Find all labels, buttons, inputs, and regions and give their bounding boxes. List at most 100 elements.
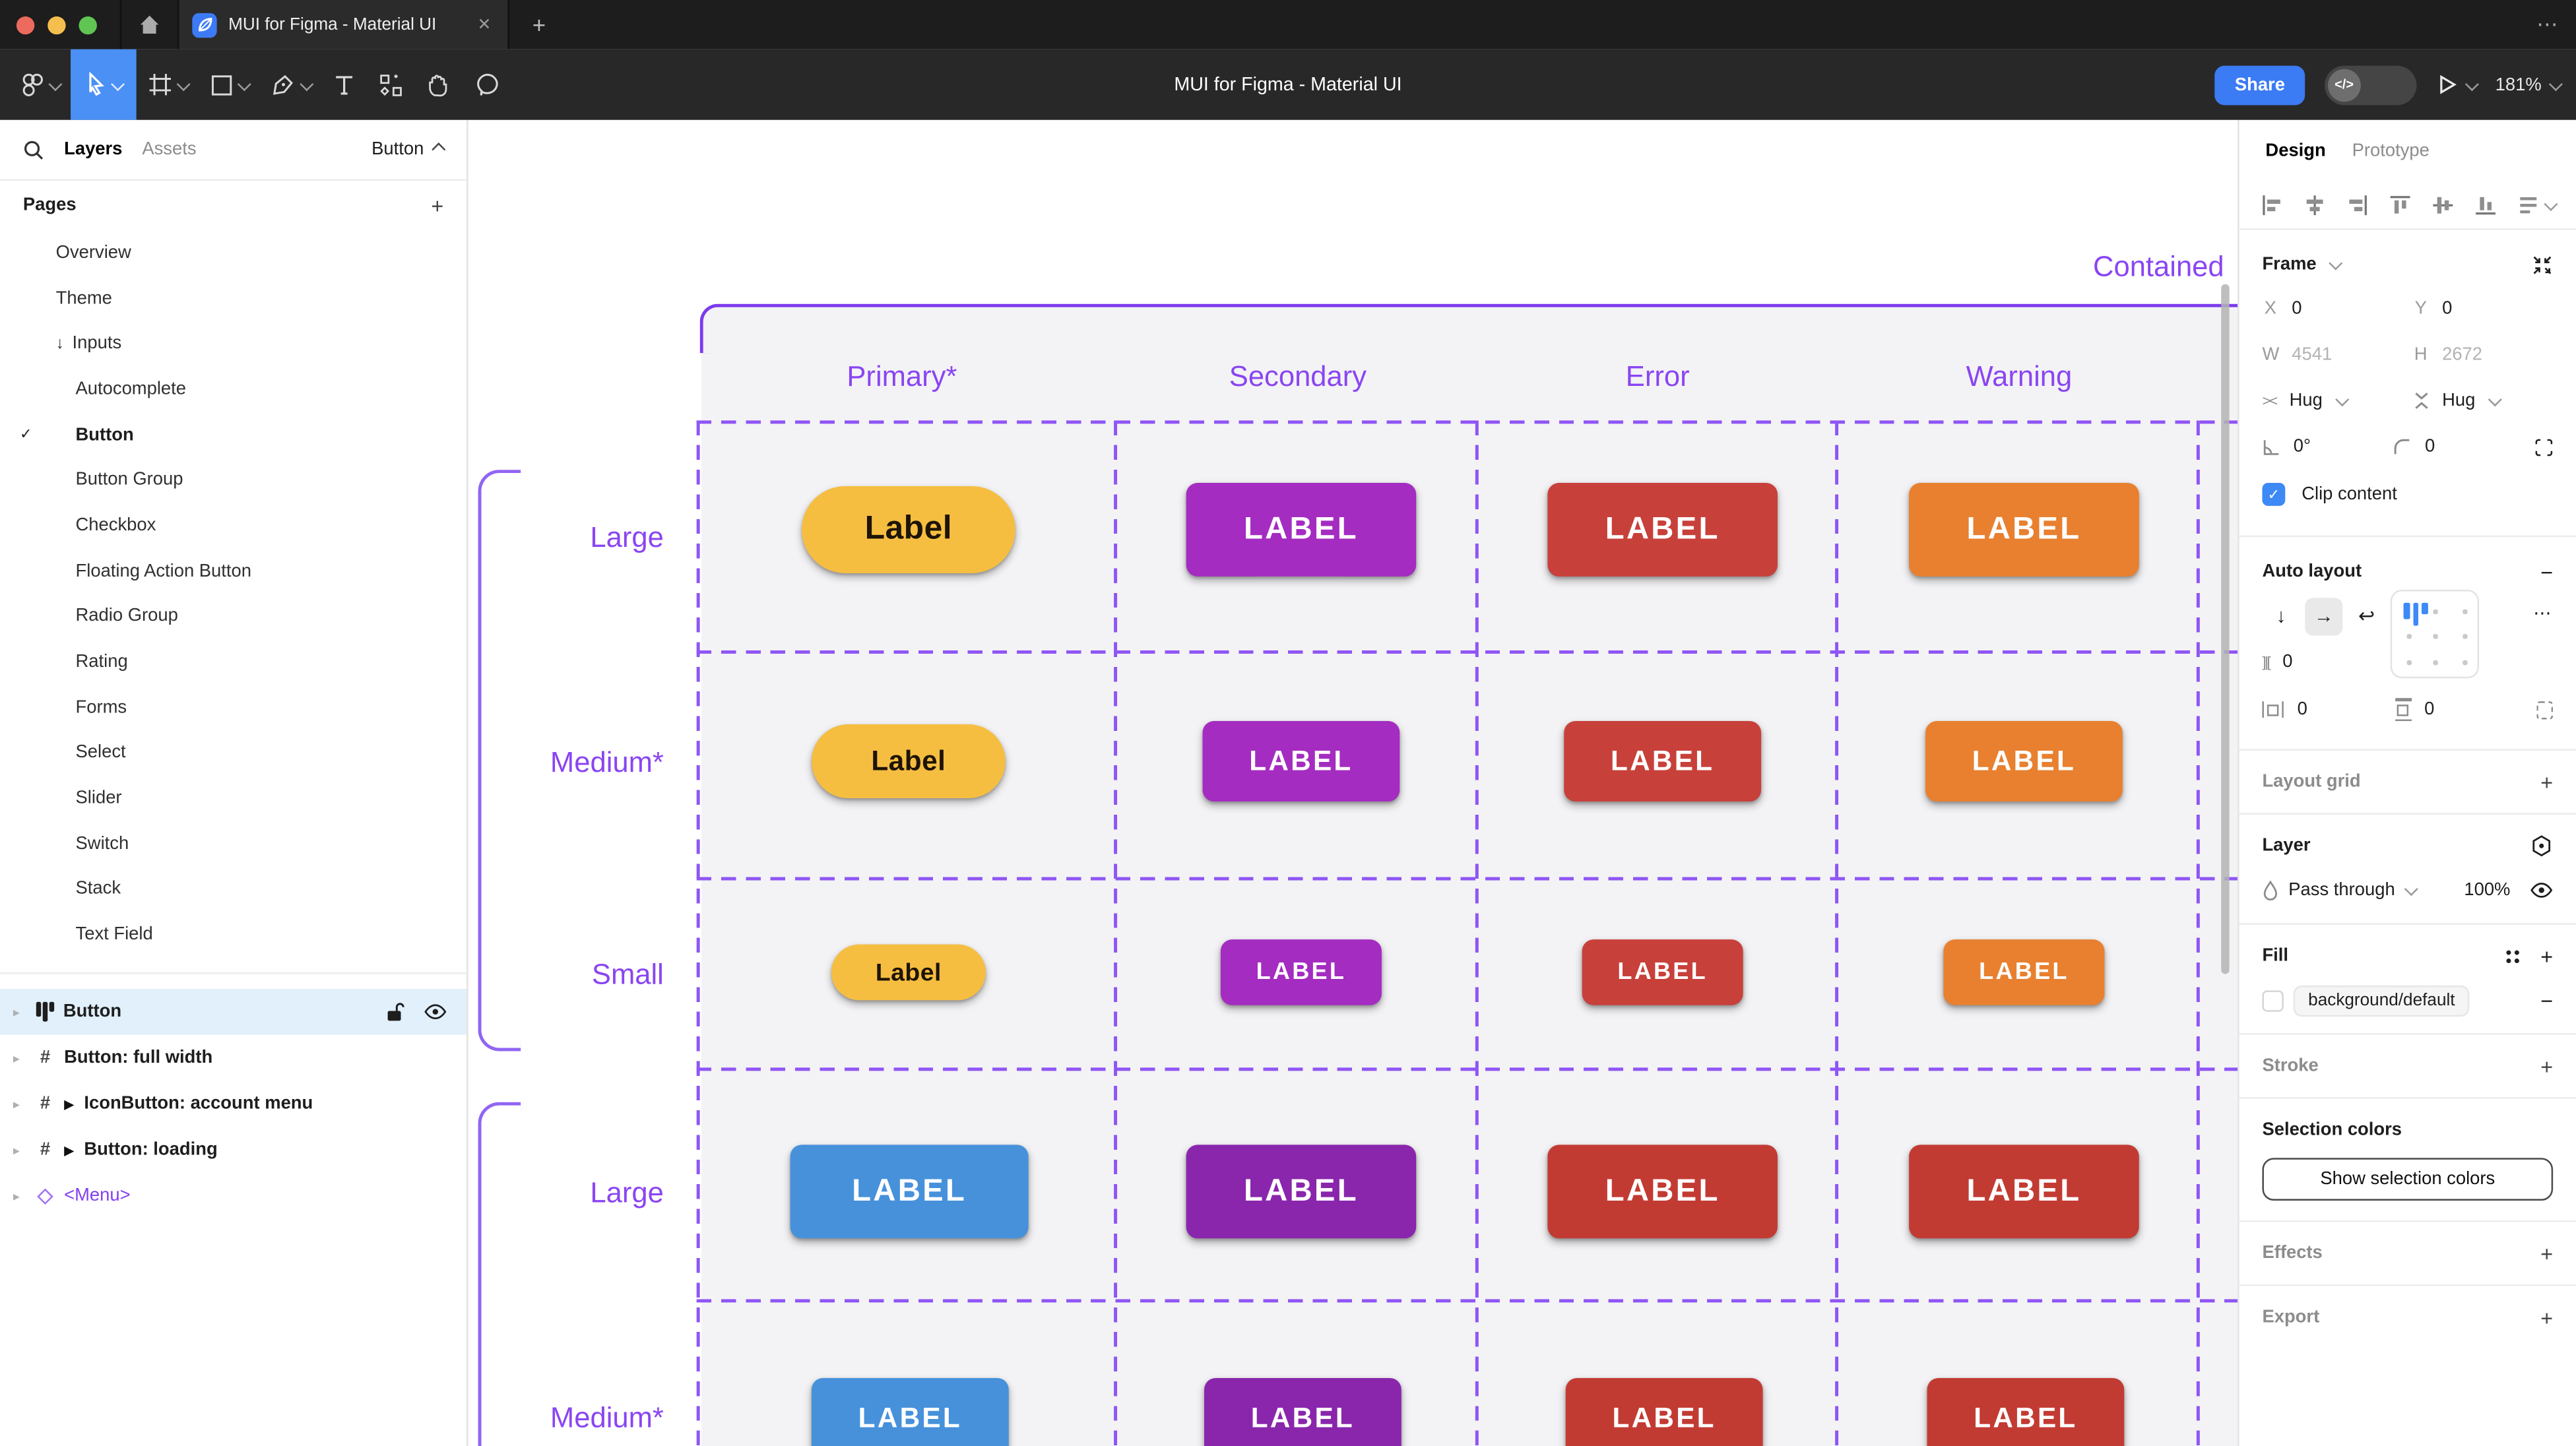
- page-item-text-field[interactable]: Text Field: [0, 912, 467, 958]
- page-item-button-group[interactable]: Button Group: [0, 457, 467, 503]
- page-item-button[interactable]: ✓Button: [0, 412, 467, 457]
- expand-chevron-icon[interactable]: ▸: [13, 1143, 26, 1157]
- canvas-scrollbar[interactable]: [2221, 284, 2229, 974]
- canvas-button[interactable]: LABEL: [1927, 1378, 2125, 1446]
- distribute-menu[interactable]: [2517, 193, 2554, 216]
- align-bottom-icon[interactable]: [2474, 193, 2497, 216]
- layout-wrap-button[interactable]: ↩: [2348, 597, 2385, 635]
- search-icon[interactable]: [23, 139, 44, 160]
- column-header[interactable]: Error: [1518, 360, 1797, 394]
- frame-y-input[interactable]: 0: [2442, 299, 2452, 319]
- frame-x-input[interactable]: 0: [2292, 299, 2302, 319]
- close-tab-icon[interactable]: ✕: [474, 16, 495, 34]
- collapse-panel-icon[interactable]: [2532, 254, 2553, 275]
- page-item-radio-group[interactable]: Radio Group: [0, 594, 467, 639]
- remove-fill-button[interactable]: −: [2540, 988, 2553, 1013]
- canvas-button[interactable]: LABEL: [1582, 939, 1743, 1005]
- page-item-slider[interactable]: Slider: [0, 776, 467, 821]
- page-item-theme[interactable]: Theme: [0, 276, 467, 321]
- column-header[interactable]: Warning: [1879, 360, 2158, 394]
- canvas-button[interactable]: Label: [831, 945, 986, 1001]
- show-selection-colors-button[interactable]: Show selection colors: [2262, 1158, 2553, 1201]
- page-item-switch[interactable]: Switch: [0, 821, 467, 867]
- add-stroke-button[interactable]: +: [2540, 1053, 2553, 1078]
- new-tab-button[interactable]: +: [532, 11, 546, 38]
- corner-radius-control[interactable]: 0: [2394, 437, 2515, 456]
- frame-name-label[interactable]: Contained: [2093, 249, 2224, 284]
- page-item-inputs[interactable]: ↓Inputs: [0, 321, 467, 366]
- canvas-button[interactable]: LABEL: [1547, 483, 1778, 577]
- align-v-center-icon[interactable]: [2431, 193, 2455, 216]
- text-tool[interactable]: [322, 49, 366, 120]
- pen-tool[interactable]: [259, 49, 322, 120]
- canvas-button[interactable]: LABEL: [812, 1378, 1009, 1446]
- gap-control[interactable]: ]|[ 0: [2262, 652, 2406, 672]
- opacity-input[interactable]: 100%: [2464, 881, 2510, 900]
- page-item-autocomplete[interactable]: Autocomplete: [0, 366, 467, 412]
- column-header[interactable]: Primary*: [762, 360, 1041, 394]
- shape-tool[interactable]: [199, 49, 259, 120]
- add-export-button[interactable]: +: [2540, 1305, 2553, 1329]
- align-right-icon[interactable]: [2346, 193, 2369, 216]
- blend-mode-select[interactable]: Pass through: [2288, 881, 2395, 900]
- layer-row-menu-instance[interactable]: ▸ <Menu>: [0, 1173, 467, 1219]
- canvas-button[interactable]: LABEL: [1221, 939, 1382, 1005]
- minimize-window-button[interactable]: [48, 16, 65, 34]
- canvas-button[interactable]: LABEL: [1203, 721, 1400, 802]
- layer-row-iconbutton-account-menu[interactable]: ▸ # ▶ IconButton: account menu: [0, 1081, 467, 1127]
- canvas-button[interactable]: LABEL: [1566, 1378, 1763, 1446]
- fill-token-chip[interactable]: background/default: [2294, 985, 2470, 1016]
- home-button[interactable]: [121, 0, 177, 49]
- alignment-widget[interactable]: [2391, 590, 2479, 678]
- layer-row-button-loading[interactable]: ▸ # ▶ Button: loading: [0, 1127, 467, 1173]
- window-overflow-menu[interactable]: ⋯: [2536, 0, 2560, 49]
- eye-icon[interactable]: [424, 1003, 447, 1020]
- blend-mode-icon[interactable]: [2530, 834, 2553, 858]
- canvas-button[interactable]: LABEL: [1564, 721, 1761, 802]
- comment-tool[interactable]: [463, 49, 511, 120]
- clip-content-checkbox[interactable]: ✓: [2262, 483, 2285, 506]
- share-button[interactable]: Share: [2215, 65, 2305, 104]
- fill-color-swatch[interactable]: [2262, 990, 2283, 1011]
- frame-h-input[interactable]: 2672: [2442, 345, 2482, 365]
- canvas-button[interactable]: LABEL: [1186, 483, 1417, 577]
- expand-chevron-icon[interactable]: ▸: [13, 1005, 26, 1019]
- zoom-window-button[interactable]: [79, 16, 97, 34]
- layout-vertical-button[interactable]: ↓: [2262, 597, 2300, 635]
- individual-padding-icon[interactable]: [2537, 701, 2553, 718]
- layer-row-button[interactable]: ▸ Button: [0, 989, 467, 1035]
- page-item-overview[interactable]: Overview: [0, 230, 467, 276]
- tab-assets[interactable]: Assets: [142, 140, 196, 160]
- tab-layers[interactable]: Layers: [64, 140, 122, 160]
- canvas-button[interactable]: LABEL: [1943, 939, 2104, 1005]
- canvas-button[interactable]: LABEL: [1925, 721, 2123, 802]
- hug-horizontal-control[interactable]: >< Hug: [2262, 391, 2402, 411]
- page-item-forms[interactable]: Forms: [0, 685, 467, 730]
- close-window-button[interactable]: [16, 16, 34, 34]
- canvas-button[interactable]: LABEL: [1186, 1145, 1417, 1238]
- align-left-icon[interactable]: [2261, 193, 2284, 216]
- canvas-button[interactable]: LABEL: [1547, 1145, 1778, 1238]
- layer-row-button-full-width[interactable]: ▸ # Button: full width: [0, 1035, 467, 1081]
- column-header[interactable]: Secondary: [1158, 360, 1437, 394]
- hug-vertical-control[interactable]: Hug: [2412, 391, 2553, 411]
- page-item-stack[interactable]: Stack: [0, 867, 467, 912]
- canvas-button[interactable]: Label: [802, 486, 1015, 573]
- page-item-fab[interactable]: Floating Action Button: [0, 548, 467, 594]
- page-item-checkbox[interactable]: Checkbox: [0, 503, 467, 548]
- main-menu-button[interactable]: [0, 49, 71, 120]
- add-fill-button[interactable]: +: [2540, 943, 2553, 968]
- eye-icon[interactable]: [2530, 882, 2553, 898]
- frame-section-title[interactable]: Frame: [2262, 255, 2316, 274]
- layout-horizontal-button[interactable]: →: [2305, 597, 2342, 635]
- align-top-icon[interactable]: [2389, 193, 2412, 216]
- canvas-button[interactable]: LABEL: [1909, 483, 2139, 577]
- canvas-button[interactable]: LABEL: [1909, 1145, 2139, 1238]
- canvas-button[interactable]: LABEL: [1204, 1378, 1401, 1446]
- expand-chevron-icon[interactable]: ▸: [13, 1096, 26, 1111]
- add-layout-grid-button[interactable]: +: [2540, 769, 2553, 794]
- page-item-rating[interactable]: Rating: [0, 639, 467, 685]
- move-tool[interactable]: [71, 49, 137, 120]
- zoom-menu[interactable]: 181%: [2496, 75, 2560, 94]
- actions-tool[interactable]: [366, 49, 416, 120]
